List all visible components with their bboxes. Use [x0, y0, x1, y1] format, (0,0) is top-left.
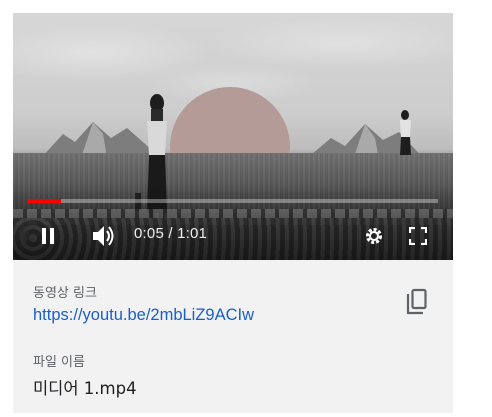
settings-button[interactable] [360, 216, 388, 256]
video-player[interactable]: 0:05 / 1:01 [13, 13, 453, 260]
video-share-card: 0:05 / 1:01 동영상 링크 https://youtu.be/2mbL… [13, 13, 453, 413]
progress-played [27, 199, 61, 203]
video-info-panel: 동영상 링크 https://youtu.be/2mbLiZ9ACIw 파일 이… [13, 260, 453, 413]
video-link[interactable]: https://youtu.be/2mbLiZ9ACIw [33, 306, 254, 325]
volume-button[interactable] [88, 216, 120, 256]
video-link-label: 동영상 링크 [33, 286, 97, 301]
play-pause-button[interactable] [33, 216, 63, 256]
player-controls [13, 216, 453, 256]
time-display: 0:05 / 1:01 [134, 225, 208, 242]
file-name-value: 미디어 1.mp4 [33, 379, 137, 398]
woman-figure-right [400, 110, 411, 155]
copy-link-button[interactable] [401, 286, 433, 318]
progress-bar[interactable] [27, 199, 438, 203]
copy-icon [406, 288, 427, 315]
pause-icon [42, 228, 54, 244]
fullscreen-button[interactable] [405, 216, 431, 256]
gear-icon [366, 228, 382, 244]
volume-icon [93, 226, 114, 246]
file-name-label: 파일 이름 [33, 355, 85, 370]
fullscreen-icon [409, 227, 427, 245]
